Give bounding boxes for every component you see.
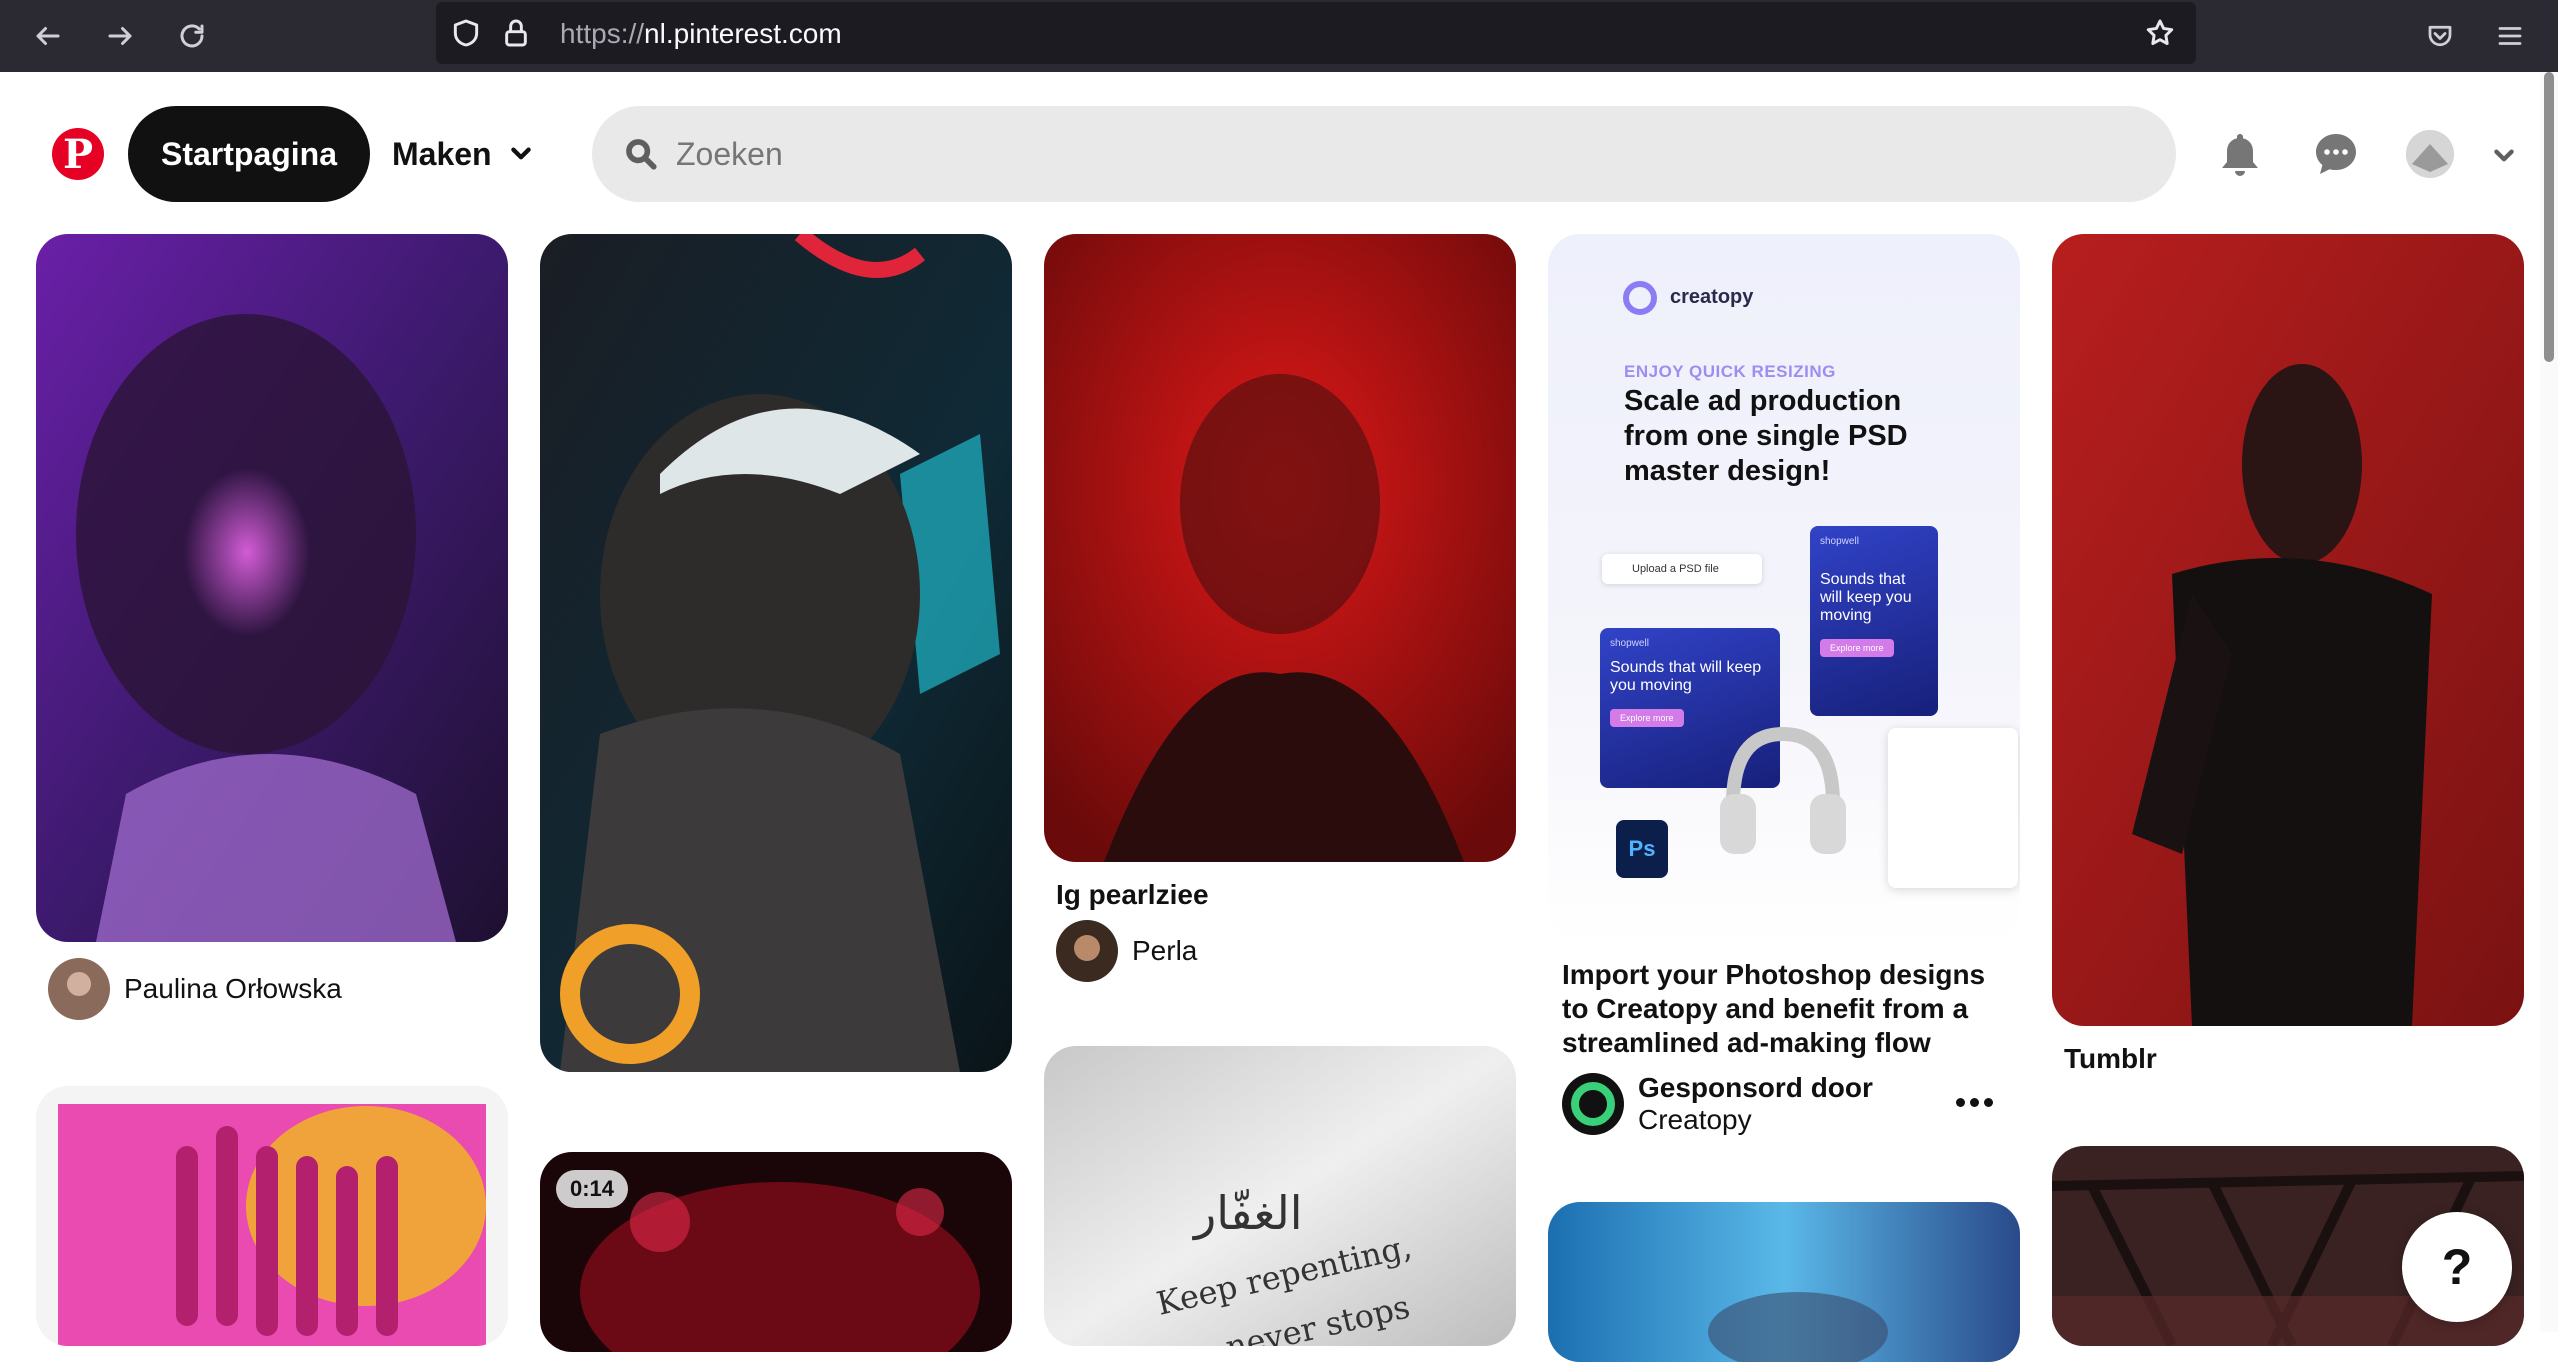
dot-icon <box>1969 1097 1979 1107</box>
chevron-down-icon <box>510 147 531 160</box>
page-scrollbar[interactable] <box>2540 72 2558 1332</box>
sponsored-label: Gesponsord door <box>1638 1072 1873 1103</box>
help-button[interactable]: ? <box>2402 1212 2512 1322</box>
chat-bubble-icon <box>2316 134 2356 174</box>
ad-card-text: Sounds that will keep you moving <box>1820 571 1912 624</box>
ad-logo-text: creatopy <box>1670 286 1754 308</box>
url-host: nl.pinterest.com <box>644 18 842 49</box>
pin-card-red-portrait[interactable] <box>1044 234 1516 862</box>
pin-owner[interactable]: Perla <box>1056 920 1197 982</box>
ad-title[interactable]: Import your Photoshop designs to Creatop… <box>1562 958 2002 1060</box>
create-label: Maken <box>392 135 492 172</box>
pin-card-red-room[interactable] <box>2052 234 2524 1026</box>
pin-card-portrait-purple[interactable] <box>36 234 508 942</box>
ad-upload-chip: Upload a PSD file <box>1602 554 1762 584</box>
user-avatar-icon <box>2406 130 2454 178</box>
reload-icon <box>180 24 204 48</box>
url-protocol: https:// <box>560 18 645 49</box>
pin-image <box>540 234 1012 1072</box>
video-duration-badge: 0:14 <box>556 1170 629 1208</box>
ad-card-cta: Explore more <box>1610 709 1684 727</box>
ad-card-text: Sounds that will keep you moving <box>1610 659 1762 694</box>
pin-title[interactable]: Ig pearlziee <box>1056 878 1209 912</box>
pin-title[interactable]: Tumblr <box>2064 1042 2157 1076</box>
search-icon <box>626 139 657 170</box>
owner-name: Paulina Orłowska <box>124 973 342 1004</box>
owner-avatar <box>1056 920 1118 982</box>
reload-button[interactable] <box>170 14 214 58</box>
messages-button[interactable] <box>2306 124 2366 184</box>
dot-icon <box>1955 1097 1965 1107</box>
forward-button[interactable] <box>98 14 142 58</box>
ad-banner-2: shopwell Sounds that will keep you movin… <box>1810 526 1938 716</box>
pin-card-neon-cap[interactable] <box>540 234 1012 1072</box>
headphones-icon <box>1720 726 1846 854</box>
account-menu-button[interactable] <box>2484 136 2524 176</box>
ad-headline: Scale ad production from one single PSD … <box>1624 385 1908 487</box>
search-bar[interactable] <box>592 106 2176 202</box>
pin-image <box>2052 234 2524 1026</box>
browser-toolbar: https://nl.pinterest.com <box>0 0 2558 72</box>
pocket-icon <box>2428 25 2452 47</box>
bookmark-star-icon[interactable] <box>2144 17 2176 49</box>
create-dropdown[interactable]: Maken <box>392 106 534 202</box>
sponsor-avatar <box>1562 1073 1624 1135</box>
pinterest-p-icon: P <box>62 130 94 178</box>
lock-icon[interactable] <box>500 17 532 49</box>
bell-icon <box>2222 134 2258 176</box>
owner-name: Perla <box>1132 935 1198 966</box>
owner-avatar <box>48 958 110 1020</box>
url-text[interactable]: https://nl.pinterest.com <box>560 16 842 52</box>
chevron-down-icon <box>2494 149 2514 162</box>
ad-card-cta: Explore more <box>1820 639 1894 657</box>
arrow-left-icon <box>36 27 60 45</box>
shield-icon[interactable] <box>450 17 482 49</box>
pin-image <box>1044 234 1516 862</box>
ad-sponsor[interactable]: Gesponsord door Creatopy <box>1562 1072 1873 1136</box>
menu-button[interactable] <box>2488 14 2532 58</box>
dot-icon <box>1983 1097 1993 1107</box>
creatopy-logo-icon <box>1623 281 1657 315</box>
pocket-button[interactable] <box>2418 14 2462 58</box>
typography-arabic: الغفّار <box>1194 1186 1303 1240</box>
hamburger-icon <box>2498 27 2522 45</box>
pin-image <box>36 234 508 942</box>
more-options-button[interactable] <box>1952 1084 1996 1120</box>
profile-avatar[interactable] <box>2406 130 2454 178</box>
pin-card-flower-macro[interactable] <box>36 1086 508 1346</box>
photoshop-icon: Ps <box>1616 820 1668 878</box>
arrow-right-icon <box>108 27 132 45</box>
ad-card-brand: shopwell <box>1820 536 1859 547</box>
sponsor-name: Creatopy <box>1638 1104 1752 1135</box>
ad-image: creatopy ENJOY QUICK RESIZING Scale ad p… <box>1548 234 2020 942</box>
pinterest-logo[interactable]: P <box>52 128 104 180</box>
home-button[interactable]: Startpagina <box>128 106 370 202</box>
url-bar[interactable]: https://nl.pinterest.com <box>436 2 2196 64</box>
pin-image <box>58 1104 486 1346</box>
ad-kicker: ENJOY QUICK RESIZING <box>1624 362 1836 381</box>
notifications-button[interactable] <box>2210 124 2270 184</box>
ad-upload-label: Upload a PSD file <box>1632 563 1719 575</box>
pin-card-ad-creatopy[interactable]: creatopy ENJOY QUICK RESIZING Scale ad p… <box>1548 234 2020 942</box>
pin-card-blue-blur[interactable] <box>1548 1202 2020 1362</box>
pin-card-typography[interactable]: الغفّار Keep repenting, never stops <box>1044 1046 1516 1346</box>
back-button[interactable] <box>26 14 70 58</box>
pin-image <box>1548 1202 2020 1362</box>
scrollbar-thumb[interactable] <box>2544 72 2554 362</box>
ad-layers-panel <box>1888 728 2018 888</box>
search-input[interactable] <box>676 135 2076 173</box>
pin-owner[interactable]: Paulina Orłowska <box>48 958 342 1020</box>
ad-card-brand: shopwell <box>1610 638 1649 649</box>
